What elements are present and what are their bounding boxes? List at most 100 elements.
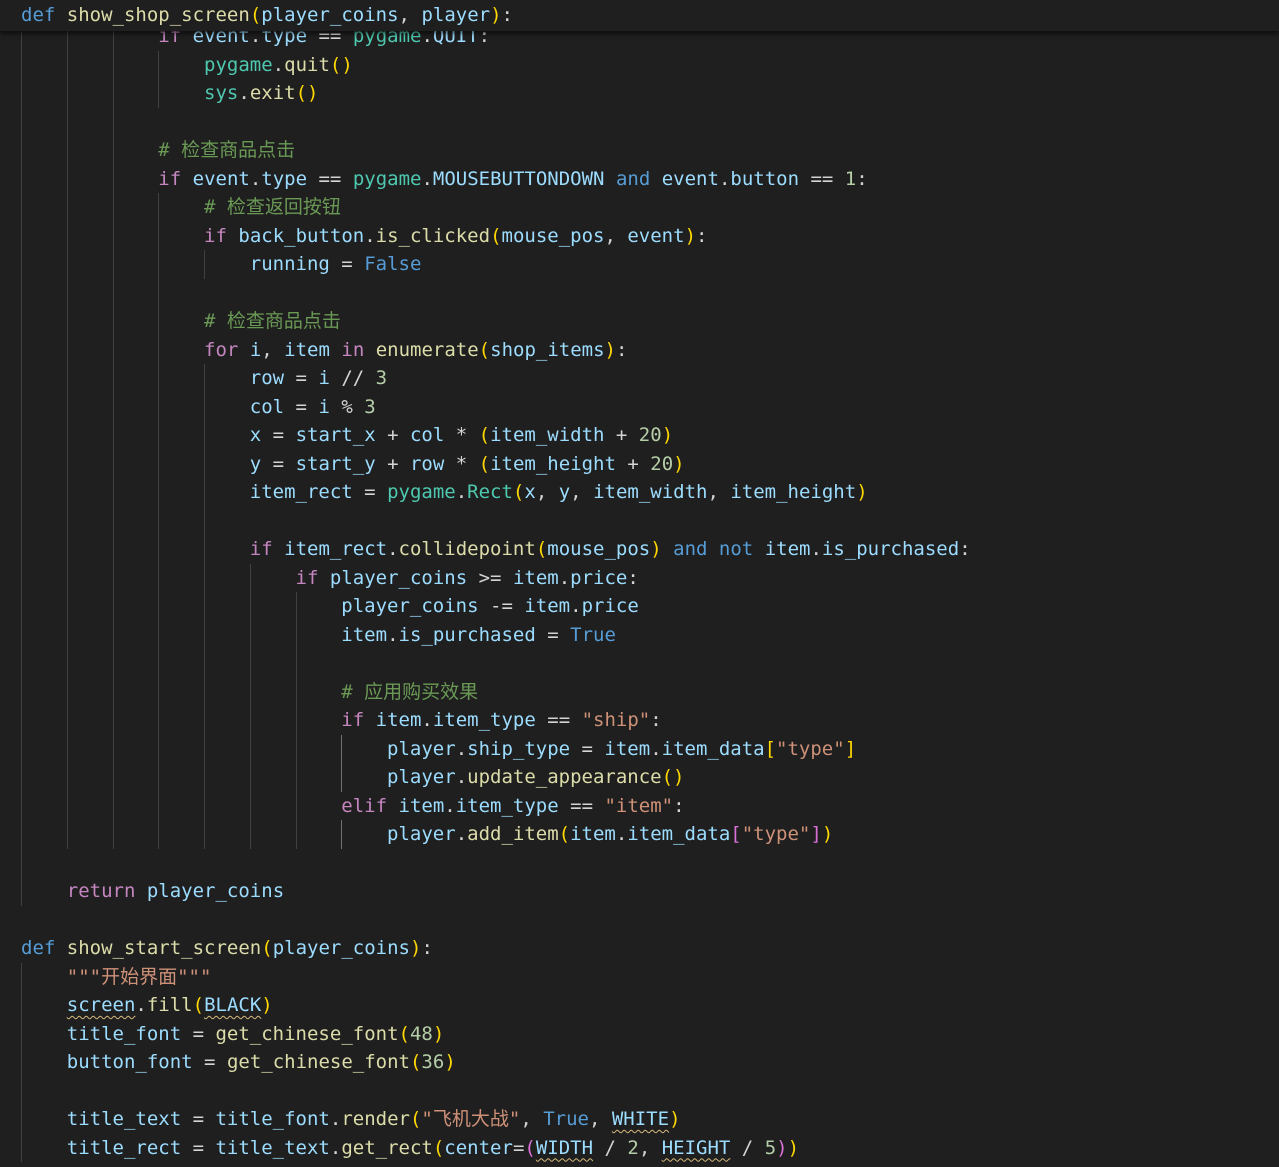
code-token: ( <box>398 1022 410 1045</box>
code-token: : <box>501 4 513 26</box>
code-line[interactable]: button_font = get_chinese_font(36) <box>21 1048 456 1076</box>
code-line[interactable]: title_text = title_font.render("飞机大战", T… <box>21 1105 681 1133</box>
code-line[interactable]: col = i % 3 <box>21 393 376 421</box>
code-token: * <box>444 452 479 475</box>
code-line[interactable]: # 检查商品点击 <box>21 136 295 164</box>
code-line[interactable]: if item_rect.collidepoint(mouse_pos) and… <box>21 535 971 563</box>
code-token: collidepoint <box>398 538 536 560</box>
code-token: -= <box>478 595 525 617</box>
code-token: = <box>261 452 296 475</box>
code-line[interactable]: if event.type == pygame.MOUSEBUTTONDOWN … <box>21 165 868 193</box>
code-token: for <box>204 338 239 361</box>
indent-guide <box>158 193 160 849</box>
code-token: ) <box>669 1108 681 1130</box>
code-token: title_font <box>66 1022 182 1045</box>
code-line[interactable]: if item.item_type == "ship": <box>21 706 661 734</box>
code-token: i <box>249 338 262 361</box>
code-token: title_text <box>66 1108 182 1130</box>
code-token: ) <box>673 452 685 475</box>
code-token: . <box>364 224 376 247</box>
code-token: ( <box>409 1051 422 1073</box>
code-token: , <box>570 481 594 503</box>
code-token: * <box>444 424 479 446</box>
code-token: is_purchased <box>821 538 960 560</box>
code-line[interactable]: def show_start_screen(player_coins): <box>21 934 433 962</box>
code-token: 20 <box>650 452 674 475</box>
code-line[interactable]: x = start_x + col * (item_width + 20) <box>21 421 673 449</box>
indent-guide <box>204 364 206 849</box>
code-token: ) <box>856 481 868 503</box>
code-token: button_font <box>66 1051 193 1073</box>
code-token: ( <box>524 1136 536 1159</box>
code-token: . <box>455 823 468 845</box>
code-token: . <box>650 737 662 760</box>
code-line[interactable]: return player_coins <box>21 877 284 905</box>
code-line[interactable]: player.update_appearance() <box>21 763 684 791</box>
code-line[interactable]: title_font = get_chinese_font(48) <box>21 1020 445 1048</box>
code-token: Rect <box>467 481 513 503</box>
code-token: ) <box>776 1136 788 1159</box>
code-token: pygame <box>387 481 456 503</box>
code-token: ) <box>604 338 616 361</box>
code-token: y <box>249 452 262 475</box>
code-line[interactable]: item.is_purchased = True <box>21 621 616 649</box>
code-token: . <box>249 167 262 190</box>
code-token: item <box>375 709 422 731</box>
code-token: # 检查返回按钮 <box>204 196 341 218</box>
code-line[interactable]: player.add_item(item.item_data["type"]) <box>21 820 833 848</box>
code-token: : <box>856 167 868 190</box>
code-token: # 应用购买效果 <box>341 680 479 703</box>
code-line[interactable]: # 检查商品点击 <box>21 307 341 335</box>
code-token: item_rect <box>249 481 353 503</box>
code-token: and <box>673 538 708 560</box>
code-editor[interactable]: def show_shop_screen(player_coins, playe… <box>0 0 1279 1167</box>
code-line[interactable]: screen.fill(BLACK) <box>21 991 273 1019</box>
code-token: player <box>387 737 456 760</box>
code-token: = <box>192 1051 227 1073</box>
code-line[interactable]: item_rect = pygame.Rect(x, y, item_width… <box>21 478 868 506</box>
code-line[interactable]: elif item.item_type == "item": <box>21 792 684 820</box>
indent-guide <box>66 0 68 849</box>
code-token: / <box>593 1136 628 1159</box>
code-token: WIDTH <box>535 1136 594 1159</box>
code-token: item_height <box>490 452 616 475</box>
code-token: col <box>249 395 285 418</box>
sticky-scroll-header[interactable]: def show_shop_screen(player_coins, playe… <box>0 0 1279 31</box>
code-line[interactable]: y = start_y + row * (item_height + 20) <box>21 450 685 478</box>
code-token: item_rect <box>284 538 388 560</box>
code-token: ) <box>432 1022 445 1045</box>
code-token: button <box>730 167 800 190</box>
code-token: ship_type <box>467 737 571 760</box>
code-token: not <box>718 538 754 560</box>
code-line[interactable]: title_rect = title_text.get_rect(center=… <box>21 1134 799 1162</box>
sticky-code-line[interactable]: def show_shop_screen(player_coins, playe… <box>21 1 513 29</box>
code-token: . <box>387 538 399 560</box>
code-token: = <box>181 1136 216 1159</box>
code-token: title_text <box>215 1136 330 1159</box>
code-token: . <box>444 794 456 817</box>
code-line[interactable]: running = False <box>21 250 422 278</box>
code-line[interactable]: player.ship_type = item.item_data["type"… <box>21 735 856 763</box>
code-line[interactable]: pygame.quit() <box>21 51 353 79</box>
code-line[interactable]: if back_button.is_clicked(mouse_pos, eve… <box>21 222 707 250</box>
code-token: item <box>764 538 811 560</box>
code-line[interactable]: if player_coins >= item.price: <box>21 564 639 592</box>
code-token: update_appearance <box>467 766 662 788</box>
code-line[interactable]: player_coins -= item.price <box>21 592 638 620</box>
code-token: def <box>21 4 56 26</box>
code-line[interactable]: # 检查返回按钮 <box>21 193 341 221</box>
code-line[interactable]: """开始界面""" <box>21 963 212 991</box>
code-token: player_coins <box>272 937 410 959</box>
code-token: row <box>249 367 285 389</box>
code-line[interactable]: sys.exit() <box>21 79 318 107</box>
code-token: [ <box>764 737 777 760</box>
